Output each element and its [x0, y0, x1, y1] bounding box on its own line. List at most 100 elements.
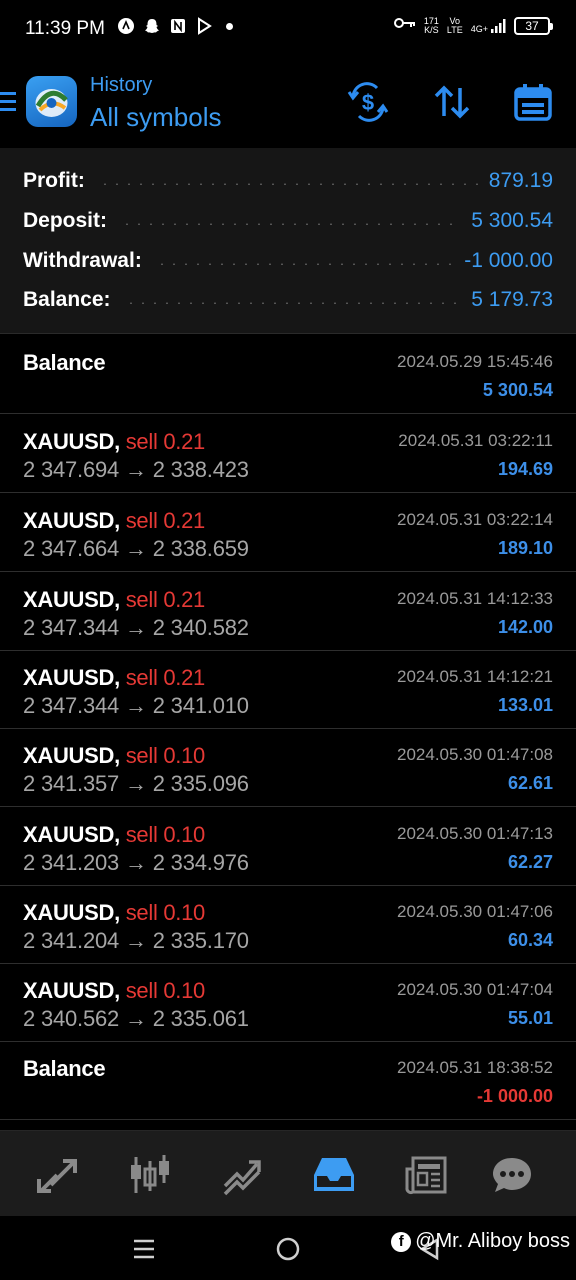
trade-profit: 133.01 — [497, 695, 553, 715]
notification-icons — [116, 16, 233, 36]
operation-title: Balance — [23, 350, 106, 375]
price-arrow-icon: → — [125, 457, 147, 482]
trade-profit: 142.00 — [497, 617, 553, 637]
trade-profit: 189.10 — [497, 538, 553, 558]
tab-messages[interactable] — [490, 1153, 534, 1197]
summary-profit: Profit: 879.19 — [23, 166, 553, 196]
trade-direction: sell 0.21 — [125, 587, 206, 612]
close-price: 2 335.170 — [152, 928, 249, 953]
price-arrow-icon: → — [125, 536, 147, 561]
trade-direction: sell 0.10 — [125, 900, 206, 925]
trade-title: XAUUSD, sell 0.10 — [23, 743, 205, 769]
facebook-icon: f — [391, 1231, 412, 1252]
volte-bottom: LTE — [446, 24, 463, 35]
status-bar: 11:39 PM 171 K/S Vo LTE 4G+ 37 — [0, 0, 576, 60]
trade-symbol: XAUUSD, — [23, 508, 120, 533]
sort-arrows-icon — [434, 85, 470, 119]
operation-time: 2024.05.31 18:38:52 — [397, 1058, 553, 1077]
messages-icon — [493, 1158, 531, 1192]
net-speed: 171 K/S — [424, 16, 439, 35]
menu-icon[interactable] — [0, 92, 16, 112]
open-price: 2 341.203 — [23, 850, 120, 875]
sort-button[interactable] — [430, 80, 474, 124]
more-notifications-dot — [226, 22, 233, 30]
metatrader-logo — [26, 76, 77, 127]
recent-apps-button[interactable] — [129, 1234, 159, 1264]
balance-operation-row[interactable]: Balance 2024.05.29 15:45:46 5 300.54 — [0, 336, 576, 414]
price-arrow-icon: → — [125, 1006, 147, 1031]
header-title[interactable]: All symbols — [90, 102, 221, 133]
trade-symbol: XAUUSD, — [23, 587, 120, 612]
trade-direction: sell 0.10 — [125, 743, 206, 768]
trade-prices: 2 347.344 → 2 341.010 — [23, 693, 249, 719]
tab-quotes[interactable] — [36, 1153, 80, 1197]
trade-direction: sell 0.21 — [125, 508, 206, 533]
quotes-icon — [37, 1159, 77, 1193]
close-price: 2 335.096 — [152, 771, 249, 796]
trade-symbol: XAUUSD, — [23, 900, 120, 925]
trade-row[interactable]: XAUUSD, sell 0.10 2 340.562 → 2 335.061 … — [0, 964, 576, 1042]
app-notification-icon — [116, 16, 136, 36]
summary-balance: Balance: 5 179.73 — [23, 285, 553, 315]
deposit-filter-button[interactable]: $ — [346, 80, 390, 124]
open-price: 2 347.344 — [23, 615, 120, 640]
balance-operation-row[interactable]: Balance 2024.05.31 18:38:52 -1 000.00 — [0, 1042, 576, 1120]
price-arrow-icon: → — [125, 771, 147, 796]
home-button[interactable] — [273, 1234, 303, 1264]
close-price: 2 341.010 — [152, 693, 249, 718]
net-speed-unit: K/S — [424, 24, 439, 35]
calendar-button[interactable] — [511, 80, 555, 124]
trade-symbol: XAUUSD, — [23, 743, 120, 768]
volte-indicator: Vo LTE — [446, 16, 463, 35]
nfc-icon — [168, 16, 188, 36]
tab-news[interactable] — [404, 1153, 448, 1197]
open-price: 2 341.357 — [23, 771, 120, 796]
price-arrow-icon: → — [125, 615, 147, 640]
trade-time: 2024.05.31 03:22:14 — [397, 510, 553, 529]
operation-time: 2024.05.29 15:45:46 — [397, 352, 553, 371]
calendar-icon — [514, 84, 552, 121]
trade-prices: 2 341.357 → 2 335.096 — [23, 771, 249, 797]
close-price: 2 340.582 — [152, 615, 249, 640]
home-icon — [276, 1237, 300, 1261]
summary-value: -1 000.00 — [464, 249, 553, 272]
trade-title: XAUUSD, sell 0.10 — [23, 822, 205, 848]
status-indicators: 171 K/S Vo LTE 4G+ 37 — [393, 16, 553, 35]
trade-title: XAUUSD, sell 0.10 — [23, 978, 205, 1004]
trade-profit: 55.01 — [507, 1008, 553, 1028]
trade-row[interactable]: XAUUSD, sell 0.10 2 341.204 → 2 335.170 … — [0, 886, 576, 964]
summary-label: Withdrawal: — [23, 249, 142, 272]
trade-row[interactable]: XAUUSD, sell 0.21 2 347.344 → 2 340.582 … — [0, 573, 576, 651]
trade-symbol: XAUUSD, — [23, 822, 120, 847]
watermark: f @Mr. Aliboy boss — [391, 1230, 570, 1253]
close-price: 2 334.976 — [152, 850, 249, 875]
watermark-text: @Mr. Aliboy boss — [415, 1230, 570, 1252]
trade-symbol: XAUUSD, — [23, 665, 120, 690]
battery-icon: 37 — [514, 16, 553, 35]
summary-value: 5 300.54 — [471, 209, 553, 232]
trade-row[interactable]: XAUUSD, sell 0.21 2 347.664 → 2 338.659 … — [0, 494, 576, 572]
summary-label: Deposit: — [23, 209, 107, 232]
network-type: 4G+ — [470, 23, 488, 34]
trade-time: 2024.05.31 03:22:11 — [398, 431, 553, 450]
trade-row[interactable]: XAUUSD, sell 0.21 2 347.694 → 2 338.423 … — [0, 415, 576, 493]
trade-prices: 2 347.694 → 2 338.423 — [23, 457, 249, 483]
dot-leader — [155, 263, 455, 265]
history-icon — [314, 1158, 354, 1191]
dot-leader — [121, 223, 462, 225]
summary-label: Profit: — [23, 169, 85, 192]
tab-history[interactable] — [312, 1153, 356, 1197]
play-store-icon — [194, 16, 214, 36]
close-price: 2 335.061 — [152, 1006, 249, 1031]
close-price: 2 338.423 — [152, 457, 249, 482]
trade-profit: 60.34 — [507, 930, 553, 950]
bottom-tab-bar — [0, 1130, 576, 1216]
trade-row[interactable]: XAUUSD, sell 0.10 2 341.357 → 2 335.096 … — [0, 729, 576, 807]
tab-trade[interactable] — [220, 1153, 264, 1197]
trade-row[interactable]: XAUUSD, sell 0.10 2 341.203 → 2 334.976 … — [0, 808, 576, 886]
trade-row[interactable]: XAUUSD, sell 0.21 2 347.344 → 2 341.010 … — [0, 651, 576, 729]
tab-chart[interactable] — [128, 1153, 172, 1197]
trade-title: XAUUSD, sell 0.21 — [23, 587, 205, 613]
open-price: 2 341.204 — [23, 928, 120, 953]
operation-amount: 5 300.54 — [482, 380, 553, 400]
